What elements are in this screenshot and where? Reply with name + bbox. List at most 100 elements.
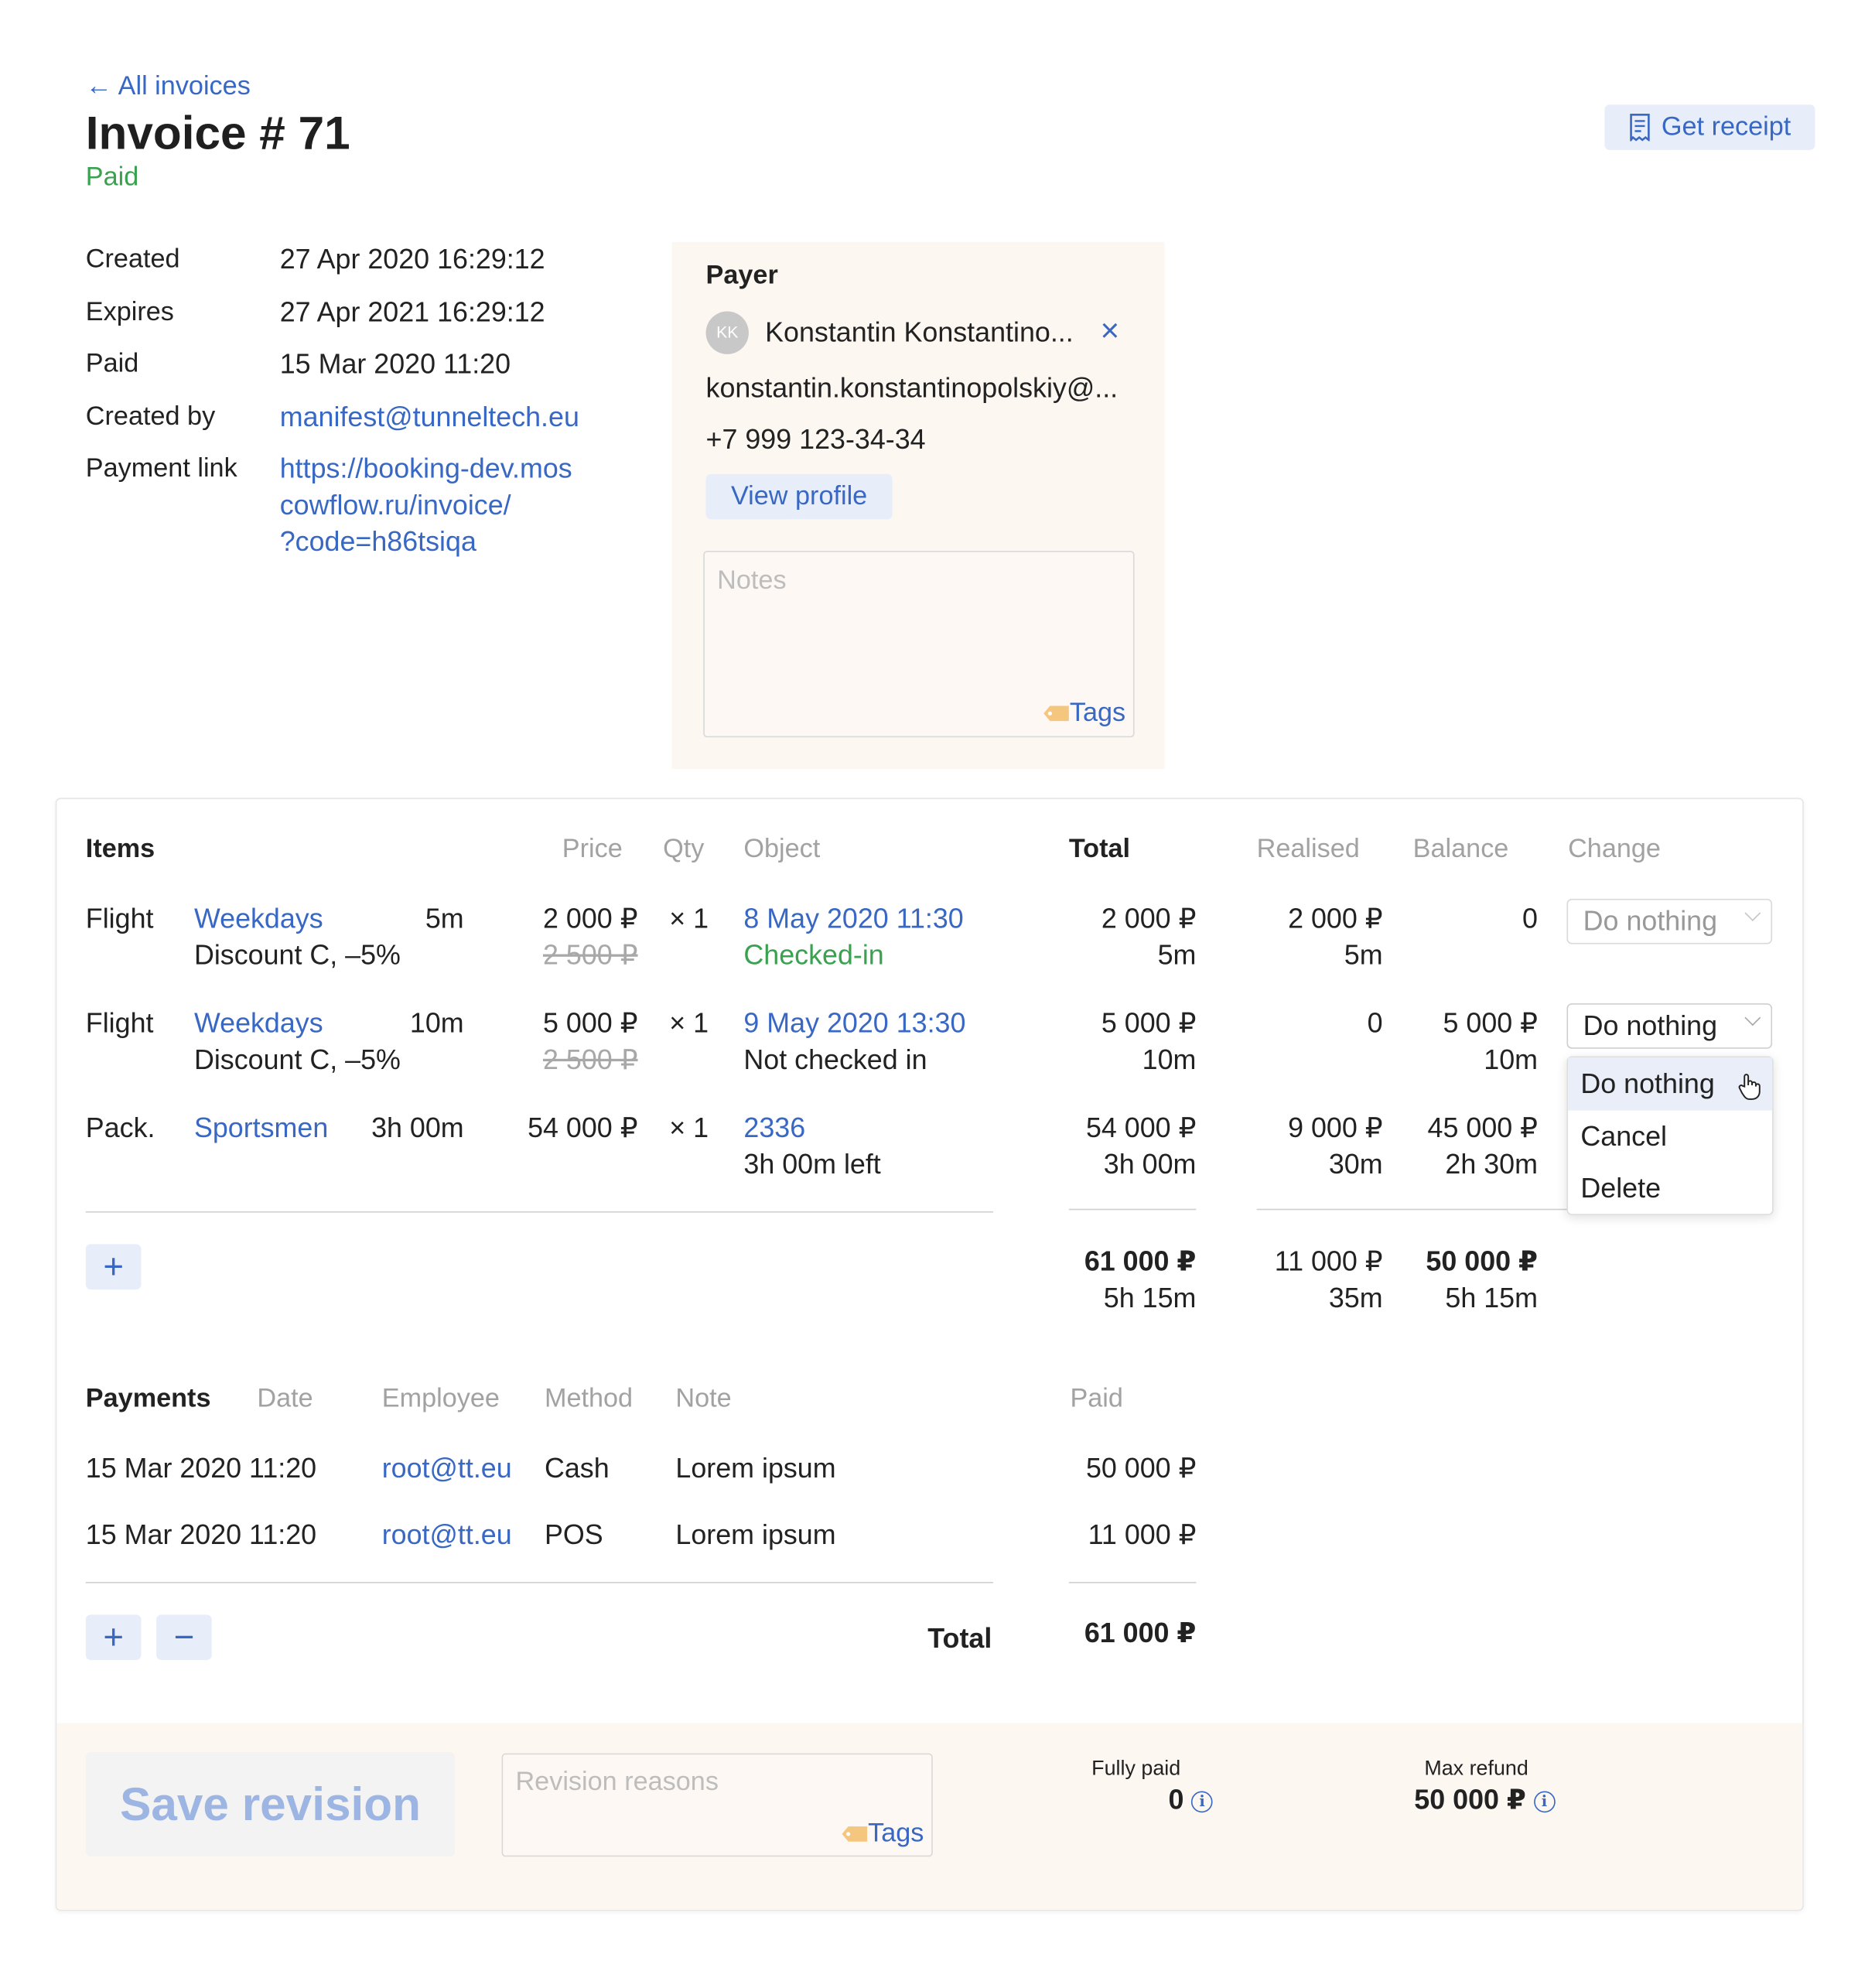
info-icon[interactable]: i [1191,1791,1213,1813]
paid-header: Paid [1070,1384,1123,1413]
remove-payment-button[interactable]: − [156,1614,212,1661]
payment-link-line: https://booking-dev.mos [279,452,572,484]
item-realised: 0 [1367,1006,1383,1039]
item-qty: × 1 [669,1112,709,1143]
add-item-button[interactable]: + [85,1244,142,1289]
date-header: Date [257,1384,313,1413]
revision-reasons-placeholder: Revision reasons [515,1767,719,1797]
page-title: Invoice # 71 [85,107,350,159]
item-old-price: 2 500 ₽ [543,1044,638,1075]
payment-note: Lorem ipsum [675,1452,836,1484]
item-total-time: 10m [1142,1044,1197,1075]
remove-payer-icon[interactable]: × [1101,313,1120,348]
payment-link[interactable]: https://booking-dev.mos cowflow.ru/invoi… [280,450,572,560]
paid-label: Paid [85,349,139,378]
item-balance: 5 000 ₽ [1443,1006,1538,1039]
max-refund-label: Max refund [1424,1757,1528,1780]
item-balance: 0 [1522,902,1538,934]
expires-label: Expires [85,297,174,327]
created-by-label: Created by [85,401,216,432]
tag-icon [841,1826,867,1841]
dropdown-option-delete[interactable]: Delete [1580,1170,1661,1206]
item-object-status: Not checked in [743,1044,927,1075]
get-receipt-label: Get receipt [1661,112,1791,142]
revision-reasons-field[interactable]: Revision reasons Tags [501,1753,933,1857]
item-realised-time: 5m [1344,938,1383,971]
minus-icon: − [173,1617,195,1657]
item-total-time: 5m [1157,938,1197,971]
item-name-link[interactable]: Sportsmen [194,1109,328,1146]
tag-icon [1043,705,1069,721]
chevron-down-icon [1744,905,1761,921]
item-type: Flight [85,1006,154,1039]
chevron-down-icon [1744,1009,1761,1026]
get-receipt-button[interactable]: Get receipt [1604,104,1815,150]
divider [1068,1582,1197,1583]
item-object-link[interactable]: 9 May 2020 13:30 [743,1005,965,1041]
divider [1068,1208,1197,1211]
item-total: 2 000 ₽ [1101,902,1197,934]
change-select-value: Do nothing [1583,1009,1718,1041]
change-dropdown-menu: Do nothing Cancel Delete [1566,1056,1774,1215]
item-price: 54 000 ₽ [528,1112,638,1143]
item-total: 54 000 ₽ [1085,1112,1197,1143]
dropdown-option-do-nothing[interactable]: Do nothing [1568,1057,1773,1111]
item-object-link[interactable]: 2336 [743,1109,805,1146]
item-price: 2 000 ₽ [543,902,638,934]
realised-header: Realised [1256,834,1360,864]
dropdown-option-cancel[interactable]: Cancel [1580,1118,1667,1154]
tags-button[interactable]: Tags [1042,695,1125,731]
back-link[interactable]: ← All invoices [86,70,251,103]
notes-placeholder: Notes [717,565,787,596]
items-realised-time: 35m [1328,1282,1383,1313]
invoice-status: Paid [85,162,139,192]
payments-heading: Payments [85,1384,211,1413]
divider [85,1211,994,1213]
payment-link-line: cowflow.ru/invoice/ [279,489,511,521]
item-qty: × 1 [669,902,709,934]
tags-label: Tags [1069,698,1126,728]
divider [1256,1208,1567,1211]
plus-icon: + [103,1246,124,1286]
save-revision-button[interactable]: Save revision [85,1752,456,1857]
payment-employee-link[interactable]: root@tt.eu [382,1516,512,1552]
item-old-price: 2 500 ₽ [543,938,638,971]
payment-date: 15 Mar 2020 11:20 [85,1452,317,1484]
item-object-status: 3h 00m left [743,1148,881,1180]
change-select-value: Do nothing [1583,904,1718,937]
note-header: Note [675,1384,732,1413]
payer-heading: Payer [705,261,778,290]
item-balance-time: 2h 30m [1445,1148,1538,1180]
payer-name[interactable]: Konstantin Konstantino... [765,314,1074,350]
item-object-link[interactable]: 8 May 2020 11:30 [743,900,963,936]
item-realised: 2 000 ₽ [1288,902,1383,934]
item-name-link[interactable]: Weekdays [194,900,323,936]
item-discount: Discount C, –5% [193,1044,401,1075]
payment-employee-link[interactable]: root@tt.eu [382,1450,512,1486]
view-profile-button[interactable]: View profile [705,473,893,520]
item-realised: 9 000 ₽ [1288,1112,1383,1143]
item-balance: 45 000 ₽ [1427,1112,1538,1143]
tags-button[interactable]: Tags [840,1815,924,1851]
payment-method: POS [544,1518,603,1551]
notes-field[interactable]: Notes Tags [703,551,1135,738]
qty-header: Qty [663,834,705,864]
change-select[interactable]: Do nothing [1566,898,1773,944]
item-name-link[interactable]: Weekdays [194,1005,323,1041]
hand-cursor-icon [1738,1074,1761,1100]
change-select[interactable]: Do nothing [1566,1003,1773,1049]
add-payment-button[interactable]: + [85,1614,142,1661]
items-total: 61 000 ₽ [1084,1245,1197,1277]
item-duration: 3h 00m [371,1112,464,1143]
object-header: Object [743,834,821,864]
item-type: Pack. [85,1112,155,1143]
item-total: 5 000 ₽ [1101,1006,1197,1039]
info-icon[interactable]: i [1533,1791,1556,1813]
item-type: Flight [85,902,154,934]
receipt-icon [1630,113,1650,142]
payment-link-label: Payment link [85,453,237,483]
payment-note: Lorem ipsum [675,1518,836,1551]
item-duration: 5m [425,902,464,934]
item-discount: Discount C, –5% [193,938,401,971]
created-by-link[interactable]: manifest@tunneltech.eu [280,398,579,435]
